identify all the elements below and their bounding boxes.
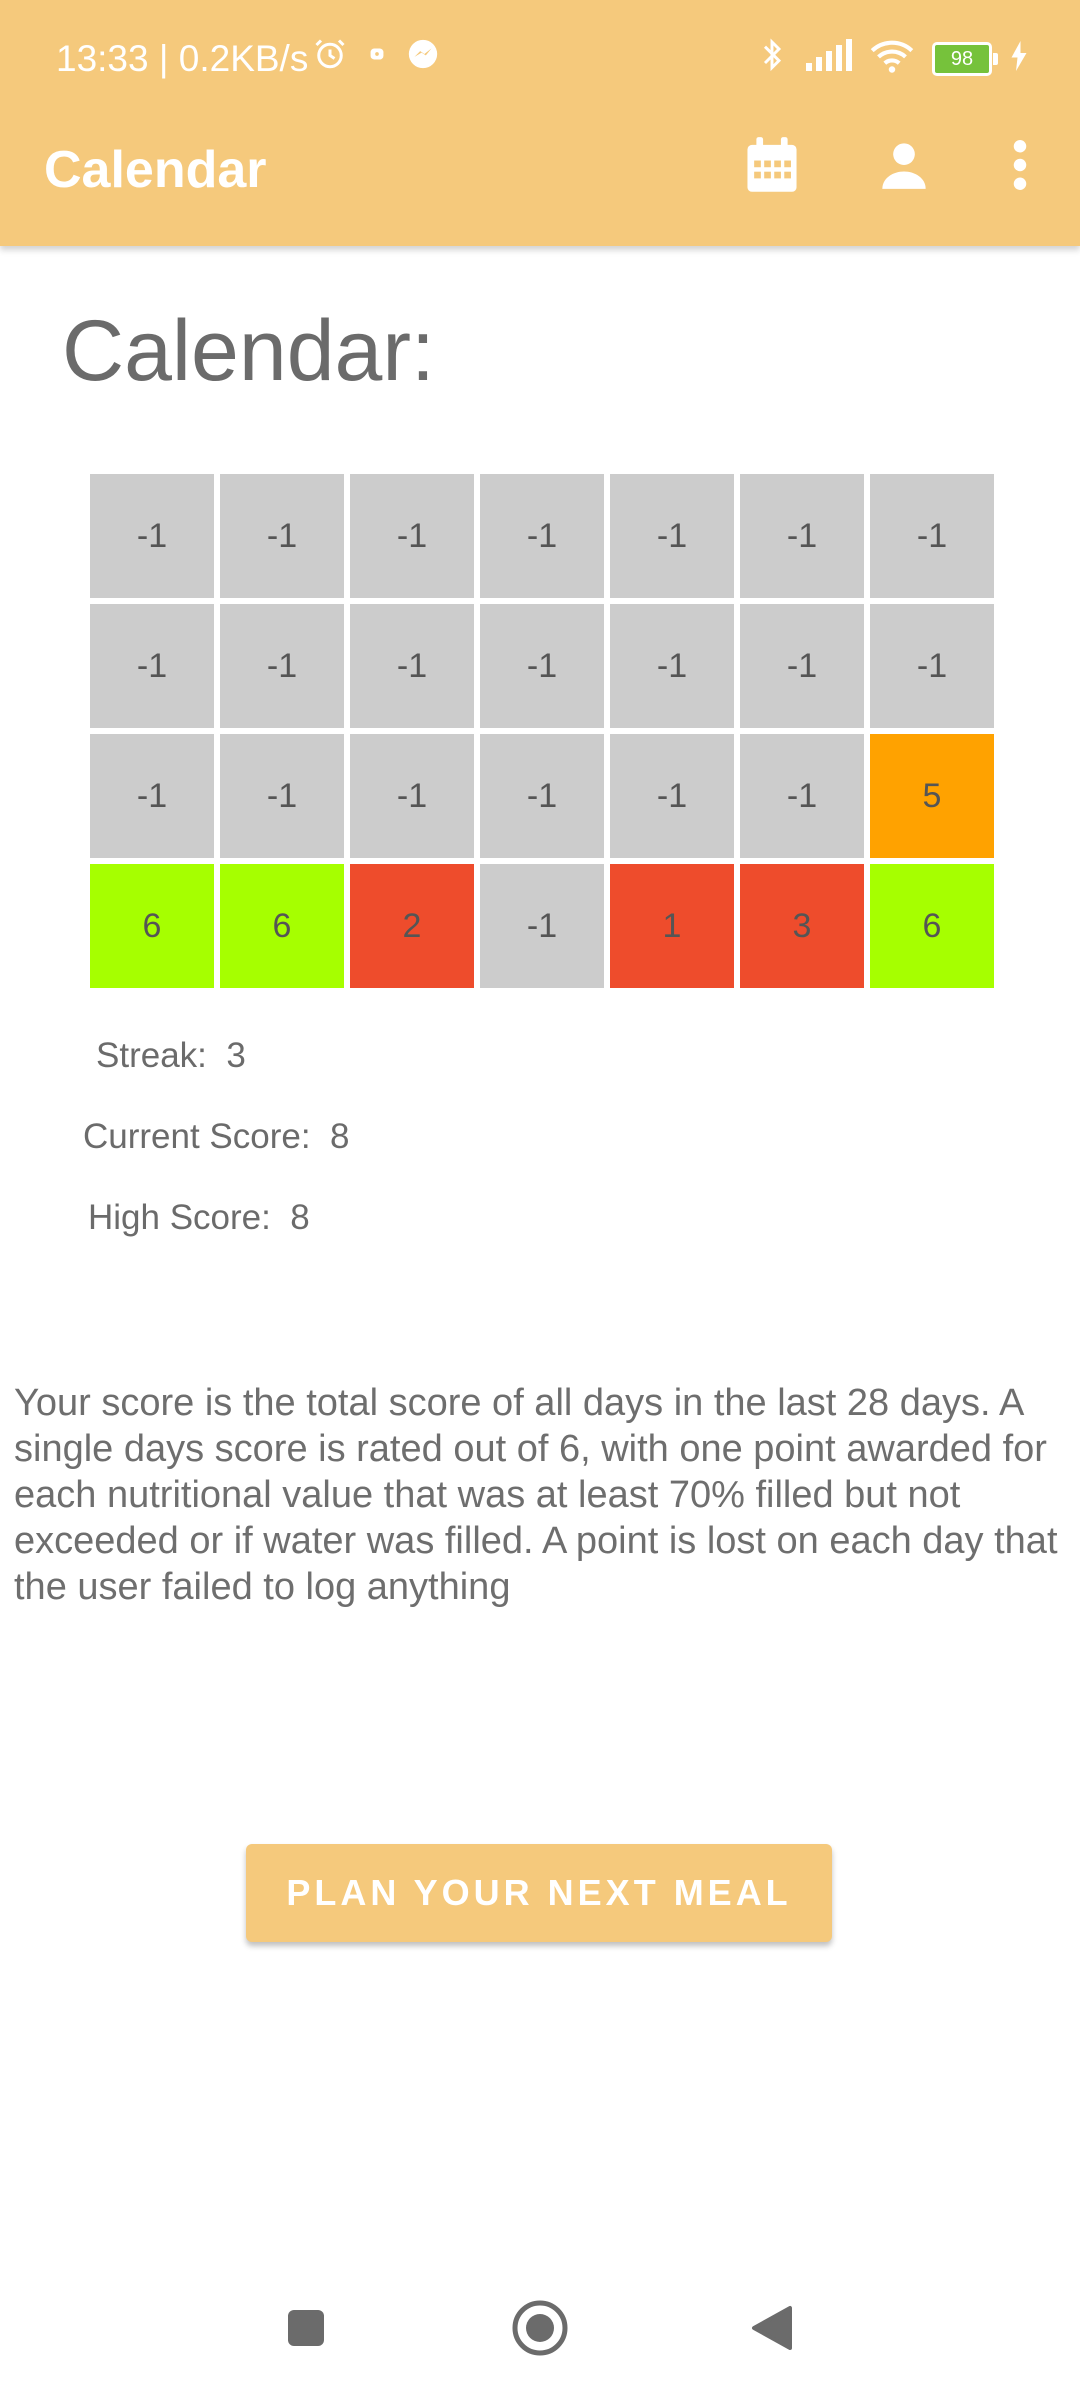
calendar-day-cell: 2 [350, 864, 474, 988]
status-icons-left [312, 36, 440, 77]
status-time: 13:33 | 0.2KB/s [56, 38, 309, 79]
alarm-icon [312, 36, 348, 77]
calendar-day-cell: -1 [480, 864, 604, 988]
back-triangle-icon [750, 2304, 794, 2357]
overflow-menu-button[interactable] [988, 135, 1052, 199]
calendar-day-cell: -1 [220, 474, 344, 598]
calendar-day-cell: -1 [350, 734, 474, 858]
score-explanation-text: Your score is the total score of all day… [14, 1382, 1058, 1608]
status-icons-right: 98 [758, 36, 1028, 81]
signal-icon [804, 39, 852, 78]
square-icon [286, 2308, 326, 2353]
calendar-button[interactable] [740, 135, 804, 199]
calendar-day-cell: -1 [220, 734, 344, 858]
calendar-day-cell: -1 [90, 474, 214, 598]
recents-button[interactable] [266, 2290, 346, 2370]
profile-button[interactable] [872, 135, 936, 199]
current-score-label: Current Score: 8 [83, 1117, 350, 1156]
more-vert-icon [1013, 139, 1027, 195]
calendar-day-cell: -1 [740, 474, 864, 598]
system-navigation-bar [0, 2270, 1080, 2400]
calendar-day-cell: -1 [740, 604, 864, 728]
calendar-day-cell: -1 [480, 604, 604, 728]
wifi-icon [870, 38, 914, 79]
calendar-day-cell: -1 [220, 604, 344, 728]
plan-next-meal-button[interactable]: PLAN YOUR NEXT MEAL [246, 1844, 832, 1942]
high-score-label: High Score: 8 [88, 1198, 310, 1237]
calendar-day-cell: -1 [870, 604, 994, 728]
battery-indicator: 98 [932, 41, 998, 76]
calendar-day-cell: -1 [480, 734, 604, 858]
calendar-day-cell: 3 [740, 864, 864, 988]
back-button[interactable] [732, 2290, 812, 2370]
calendar-day-cell: -1 [90, 734, 214, 858]
home-circle-icon [511, 2299, 569, 2362]
calendar-day-cell: -1 [610, 474, 734, 598]
calendar-day-cell: -1 [740, 734, 864, 858]
top-bar: 13:33 | 0.2KB/s 98 Calendar [0, 0, 1080, 246]
app-bar-title: Calendar [44, 141, 267, 199]
calendar-day-cell: 6 [870, 864, 994, 988]
calendar-day-cell: -1 [90, 604, 214, 728]
calendar-icon [745, 136, 799, 199]
bluetooth-icon [758, 36, 786, 81]
messenger-icon [406, 37, 440, 76]
notification-icon [366, 43, 388, 70]
status-bar: 13:33 | 0.2KB/s 98 [0, 0, 1080, 122]
calendar-day-cell: 6 [220, 864, 344, 988]
page-heading: Calendar: [62, 303, 435, 399]
calendar-day-cell: -1 [480, 474, 604, 598]
calendar-day-cell: 5 [870, 734, 994, 858]
person-icon [878, 139, 930, 196]
calendar-day-cell: -1 [350, 474, 474, 598]
calendar-day-cell: 6 [90, 864, 214, 988]
streak-label: Streak: 3 [96, 1036, 246, 1075]
calendar-day-cell: -1 [610, 604, 734, 728]
calendar-day-cell: -1 [870, 474, 994, 598]
home-button[interactable] [500, 2290, 580, 2370]
calendar-grid: -1 -1 -1 -1 -1 -1 -1 -1 -1 -1 -1 -1 -1 -1 -1 -1 -1 -1 -1 -1… [90, 474, 996, 988]
calendar-day-cell: -1 [350, 604, 474, 728]
calendar-day-cell: -1 [610, 734, 734, 858]
charging-icon [1010, 41, 1028, 76]
calendar-day-cell: 1 [610, 864, 734, 988]
